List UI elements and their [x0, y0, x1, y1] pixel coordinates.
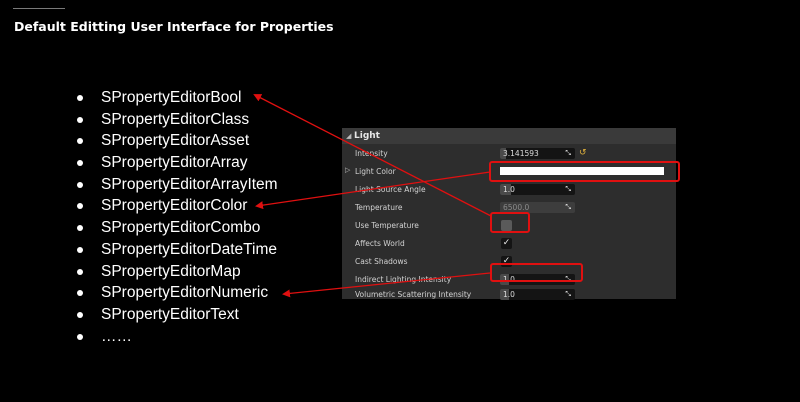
arrow-color [255, 171, 491, 210]
annotation-arrows [253, 94, 492, 298]
arrow-numeric [282, 272, 491, 298]
arrow-bool [253, 94, 492, 217]
